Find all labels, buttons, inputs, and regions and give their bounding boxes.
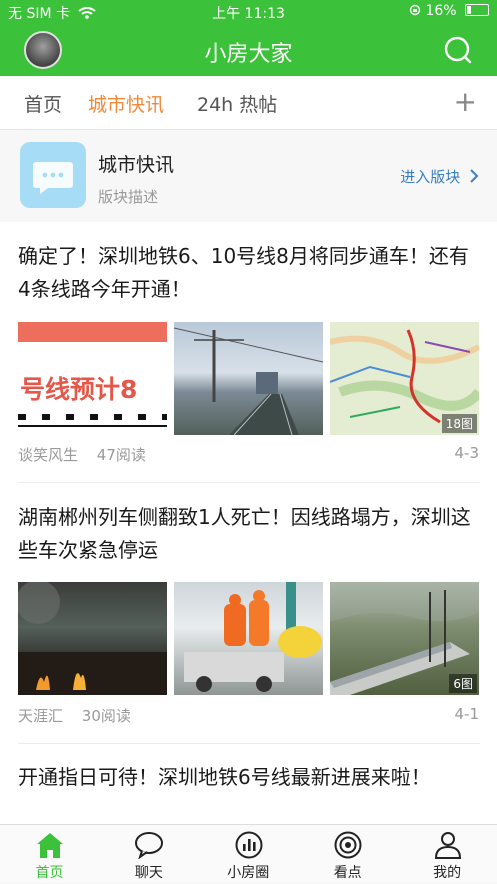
article-image[interactable] (174, 322, 323, 435)
section-chat-icon (20, 142, 86, 208)
search-icon[interactable] (443, 35, 473, 65)
chevron-right-icon (470, 169, 479, 183)
image-caption: 号线预计8 (20, 375, 138, 404)
article-title[interactable]: 湖南郴州列车侧翻致1人死亡！因线路塌方，深圳这些车次紧急停运 (18, 501, 480, 567)
tabbar-item-highlights[interactable]: 看点 (298, 825, 397, 884)
article-author: 谈笑风生 (18, 446, 79, 464)
article-reads: 47阅读 (96, 446, 146, 464)
article-title[interactable]: 确定了！深圳地铁6、10号线8月将同步通车！还有4条线路今年开通！ (18, 240, 480, 306)
orientation-lock-icon (409, 4, 421, 16)
tab-24h-hot[interactable]: 24h 热帖 (197, 90, 277, 117)
tabbar-label: 我的 (433, 865, 462, 881)
top-tabs: 首页 城市快讯 24h 热帖 + (0, 76, 497, 130)
home-icon (37, 833, 63, 858)
enter-section-link[interactable]: 进入版块 (400, 166, 479, 187)
target-icon (334, 831, 362, 859)
add-tab-icon[interactable]: + (454, 88, 477, 116)
tabbar-label: 看点 (333, 865, 362, 881)
article-date: 4-1 (454, 705, 480, 723)
article-reads: 30阅读 (81, 707, 131, 725)
tabbar-label: 聊天 (134, 865, 163, 881)
image-count-badge: 6图 (449, 674, 477, 693)
stats-icon (235, 831, 263, 859)
section-title: 城市快讯 (98, 154, 175, 176)
article-image[interactable]: 6图 (330, 582, 479, 695)
status-bar: 无 SIM 卡 上午 11:13 16% (0, 0, 497, 24)
bottom-tab-bar: 首页 聊天 小房圈 看点 我的 (0, 824, 497, 883)
article-author: 天涯汇 (18, 707, 64, 725)
article-date: 4-3 (454, 444, 480, 462)
article-image[interactable] (18, 582, 167, 695)
tabbar-item-circle[interactable]: 小房圈 (199, 825, 298, 884)
article-card[interactable]: 开通指日可待！深圳地铁6号线最新进展来啦！ (0, 744, 497, 824)
page-title: 小房大家 (204, 42, 293, 67)
section-header: 城市快讯 版块描述 进入版块 (0, 130, 497, 223)
section-description: 版块描述 (98, 188, 159, 206)
nav-bar: 小房大家 (0, 24, 497, 76)
article-image[interactable]: 18图 (330, 322, 479, 435)
tab-city-news[interactable]: 城市快讯 (88, 90, 164, 117)
chat-icon (135, 832, 164, 859)
tabbar-item-me[interactable]: 我的 (398, 825, 497, 884)
battery-icon (465, 4, 489, 16)
tabbar-label: 首页 (35, 865, 64, 881)
article-image[interactable]: 号线预计8 (18, 322, 167, 435)
article-image[interactable] (174, 582, 323, 695)
article-meta: 天涯汇 30阅读 (18, 705, 131, 726)
tabbar-item-home[interactable]: 首页 (0, 825, 99, 884)
article-feed: 确定了！深圳地铁6、10号线8月将同步通车！还有4条线路今年开通！ 号线预计8 (0, 222, 497, 824)
article-card[interactable]: 确定了！深圳地铁6、10号线8月将同步通车！还有4条线路今年开通！ 号线预计8 (0, 222, 497, 482)
enter-section-label: 进入版块 (400, 168, 461, 186)
tab-home[interactable]: 首页 (24, 90, 62, 117)
battery-percent: 16% (425, 3, 457, 19)
person-icon (434, 832, 461, 859)
tabbar-item-chat[interactable]: 聊天 (99, 825, 198, 884)
image-count-badge: 18图 (441, 414, 477, 433)
article-meta: 谈笑风生 47阅读 (18, 444, 146, 465)
article-card[interactable]: 湖南郴州列车侧翻致1人死亡！因线路塌方，深圳这些车次紧急停运 6图 天涯汇 30… (0, 483, 497, 743)
article-title[interactable]: 开通指日可待！深圳地铁6号线最新进展来啦！ (18, 761, 480, 794)
tabbar-label: 小房圈 (227, 865, 270, 881)
